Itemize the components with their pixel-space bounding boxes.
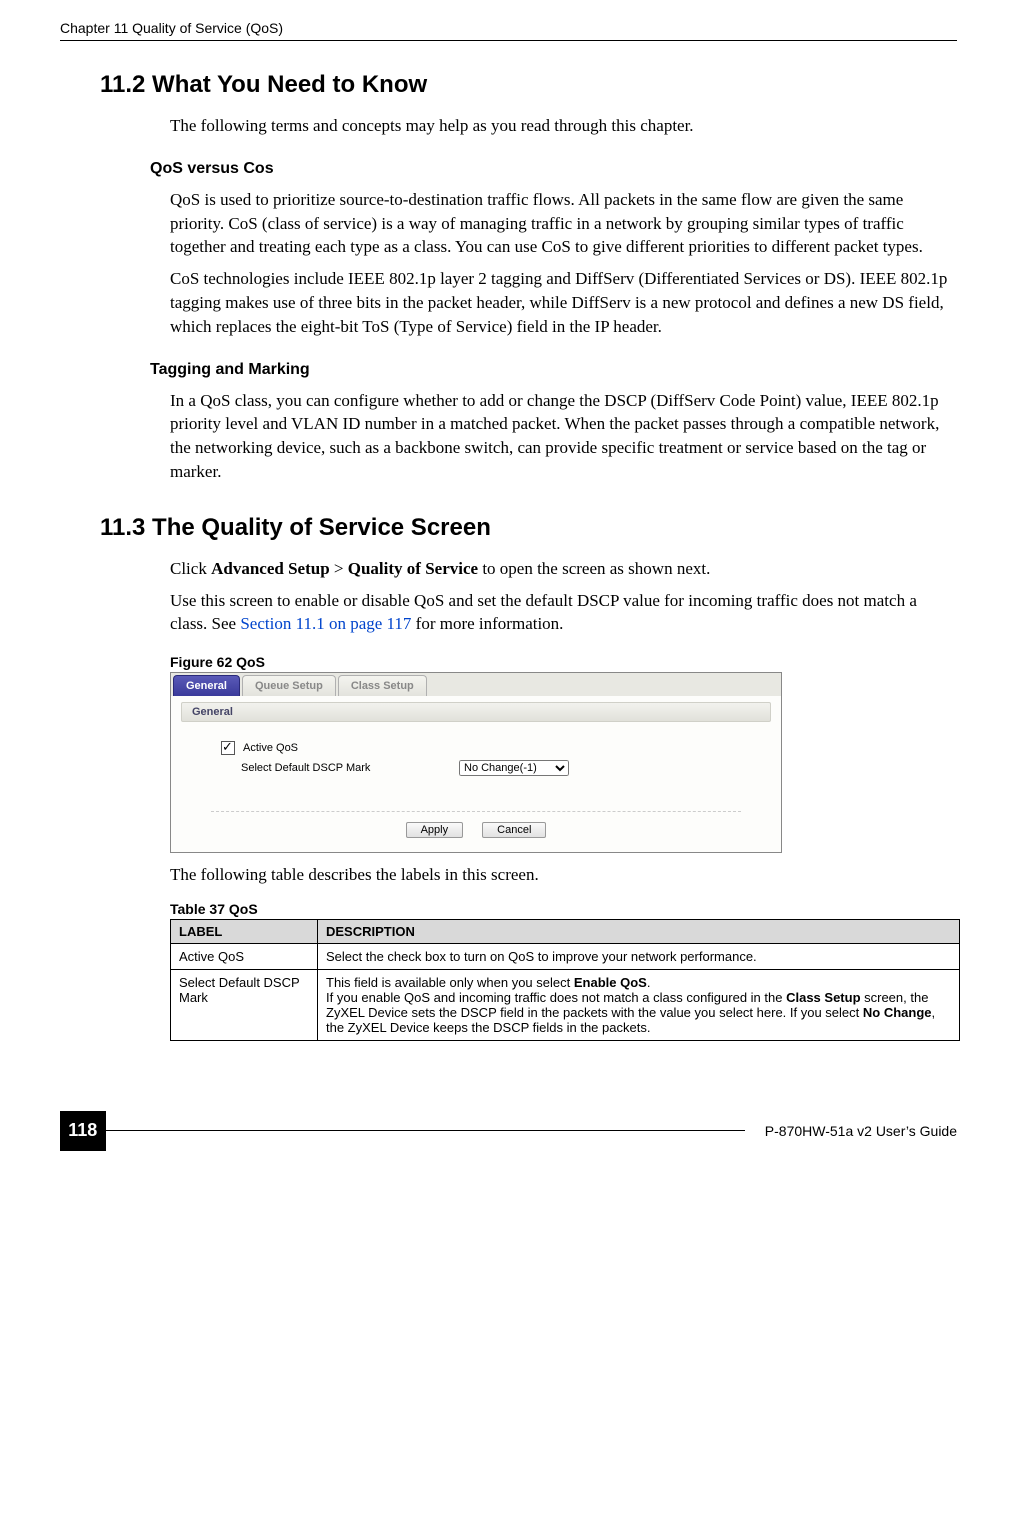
page-header: Chapter 11 Quality of Service (QoS)	[60, 20, 957, 41]
p2b: for more information.	[411, 614, 563, 633]
footer-line-wrap: P-870HW-51a v2 User’s Guide	[106, 1123, 957, 1139]
qos-vs-cos-p1: QoS is used to prioritize source-to-dest…	[170, 188, 957, 259]
click-path1: Advanced Setup	[211, 559, 330, 578]
table-row: Active QoS Select the check box to turn …	[171, 943, 960, 969]
active-qos-row: Active QoS	[221, 741, 751, 755]
qos-vs-cos-heading: QoS versus Cos	[150, 160, 957, 178]
table-caption-text: Table 37 QoS	[170, 901, 258, 917]
cancel-button[interactable]: Cancel	[482, 822, 546, 838]
r2l2a: If you enable QoS and incoming traffic d…	[326, 990, 786, 1005]
table-header-row: LABEL DESCRIPTION	[171, 919, 960, 943]
dscp-row: Select Default DSCP Mark No Change(-1)	[221, 760, 751, 776]
section-11-3-click: Click Advanced Setup > Quality of Servic…	[170, 557, 957, 581]
tagging-p1: In a QoS class, you can configure whethe…	[170, 389, 957, 484]
section-11-3-p2: Use this screen to enable or disable QoS…	[170, 589, 957, 637]
table-intro: The following table describes the labels…	[170, 863, 957, 887]
chapter-label: Chapter 11 Quality of Service (QoS)	[60, 20, 283, 36]
r2l1a: This field is available only when you se…	[326, 975, 574, 990]
col-label: LABEL	[171, 919, 318, 943]
click-prefix: Click	[170, 559, 211, 578]
form-area: Active QoS Select Default DSCP Mark No C…	[181, 722, 771, 799]
active-qos-checkbox[interactable]	[221, 741, 235, 755]
r2l2d: No Change	[863, 1005, 932, 1020]
section-11-2-title: 11.2 What You Need to Know	[100, 71, 957, 99]
r2l2b: Class Setup	[786, 990, 860, 1005]
click-suffix: to open the screen as shown next.	[478, 559, 710, 578]
col-description: DESCRIPTION	[318, 919, 960, 943]
page-number: 118	[60, 1111, 106, 1151]
row2-desc: This field is available only when you se…	[318, 969, 960, 1040]
section-11-3-title: 11.3 The Quality of Service Screen	[100, 514, 957, 542]
click-path2: Quality of Service	[348, 559, 478, 578]
section-link[interactable]: Section 11.1 on page 117	[240, 614, 411, 633]
section-11-2-intro: The following terms and concepts may hel…	[170, 114, 957, 138]
tab-general[interactable]: General	[173, 675, 240, 696]
qos-vs-cos-p2: CoS technologies include IEEE 802.1p lay…	[170, 267, 957, 338]
figure-caption-text: Figure 62 QoS	[170, 654, 265, 670]
click-gt: >	[330, 559, 348, 578]
row1-desc: Select the check box to turn on QoS to i…	[318, 943, 960, 969]
guide-name: P-870HW-51a v2 User’s Guide	[745, 1123, 957, 1139]
dscp-select[interactable]: No Change(-1)	[459, 760, 569, 776]
panel-title: General	[181, 702, 771, 722]
apply-button[interactable]: Apply	[406, 822, 464, 838]
tagging-heading: Tagging and Marking	[150, 361, 957, 379]
tab-queue-setup[interactable]: Queue Setup	[242, 675, 336, 696]
button-row: Apply Cancel	[211, 811, 741, 838]
general-panel: General Active QoS Select Default DSCP M…	[171, 696, 781, 852]
footer-rule	[106, 1130, 745, 1131]
r2l1c: .	[647, 975, 651, 990]
table-row: Select Default DSCP Mark This field is a…	[171, 969, 960, 1040]
figure-caption: Figure 62 QoS	[170, 654, 957, 670]
page-footer: 118 P-870HW-51a v2 User’s Guide	[60, 1111, 957, 1151]
dscp-label: Select Default DSCP Mark	[241, 762, 451, 774]
qos-table: LABEL DESCRIPTION Active QoS Select the …	[170, 919, 960, 1041]
tab-row: General Queue Setup Class Setup	[171, 673, 781, 696]
table-caption: Table 37 QoS	[170, 901, 957, 917]
r2l1b: Enable QoS	[574, 975, 647, 990]
row2-label: Select Default DSCP Mark	[171, 969, 318, 1040]
qos-screenshot: General Queue Setup Class Setup General …	[170, 672, 782, 853]
active-qos-label: Active QoS	[243, 742, 298, 754]
row1-label: Active QoS	[171, 943, 318, 969]
tab-class-setup[interactable]: Class Setup	[338, 675, 427, 696]
